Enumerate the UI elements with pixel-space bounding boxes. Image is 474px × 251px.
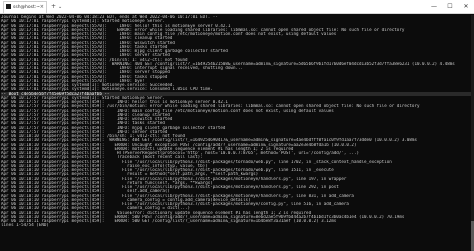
title-bar: ssh@host:~ × + ⌄ — ☐ ✕ bbox=[0, 0, 474, 14]
terminal-icon bbox=[6, 4, 11, 9]
terminal-output[interactable]: Journal begins at Wed 2022-04-06 04:18:2… bbox=[0, 15, 474, 251]
terminal-tab[interactable]: ssh@host:~ × bbox=[3, 1, 47, 13]
terminal-line: lines 1-54/54 (END) bbox=[1, 223, 49, 228]
tab-title: ssh@host:~ bbox=[13, 5, 41, 10]
tab-close-icon[interactable]: × bbox=[40, 2, 44, 13]
minimize-button[interactable]: — bbox=[426, 0, 442, 13]
maximize-button[interactable]: ☐ bbox=[442, 0, 458, 13]
new-tab-button[interactable]: + bbox=[51, 2, 56, 12]
tab-dropdown-button[interactable]: ⌄ bbox=[58, 2, 62, 12]
close-window-button[interactable]: ✕ bbox=[458, 0, 474, 13]
terminal-window: ssh@host:~ × + ⌄ — ☐ ✕ Journal begins at… bbox=[0, 0, 474, 251]
